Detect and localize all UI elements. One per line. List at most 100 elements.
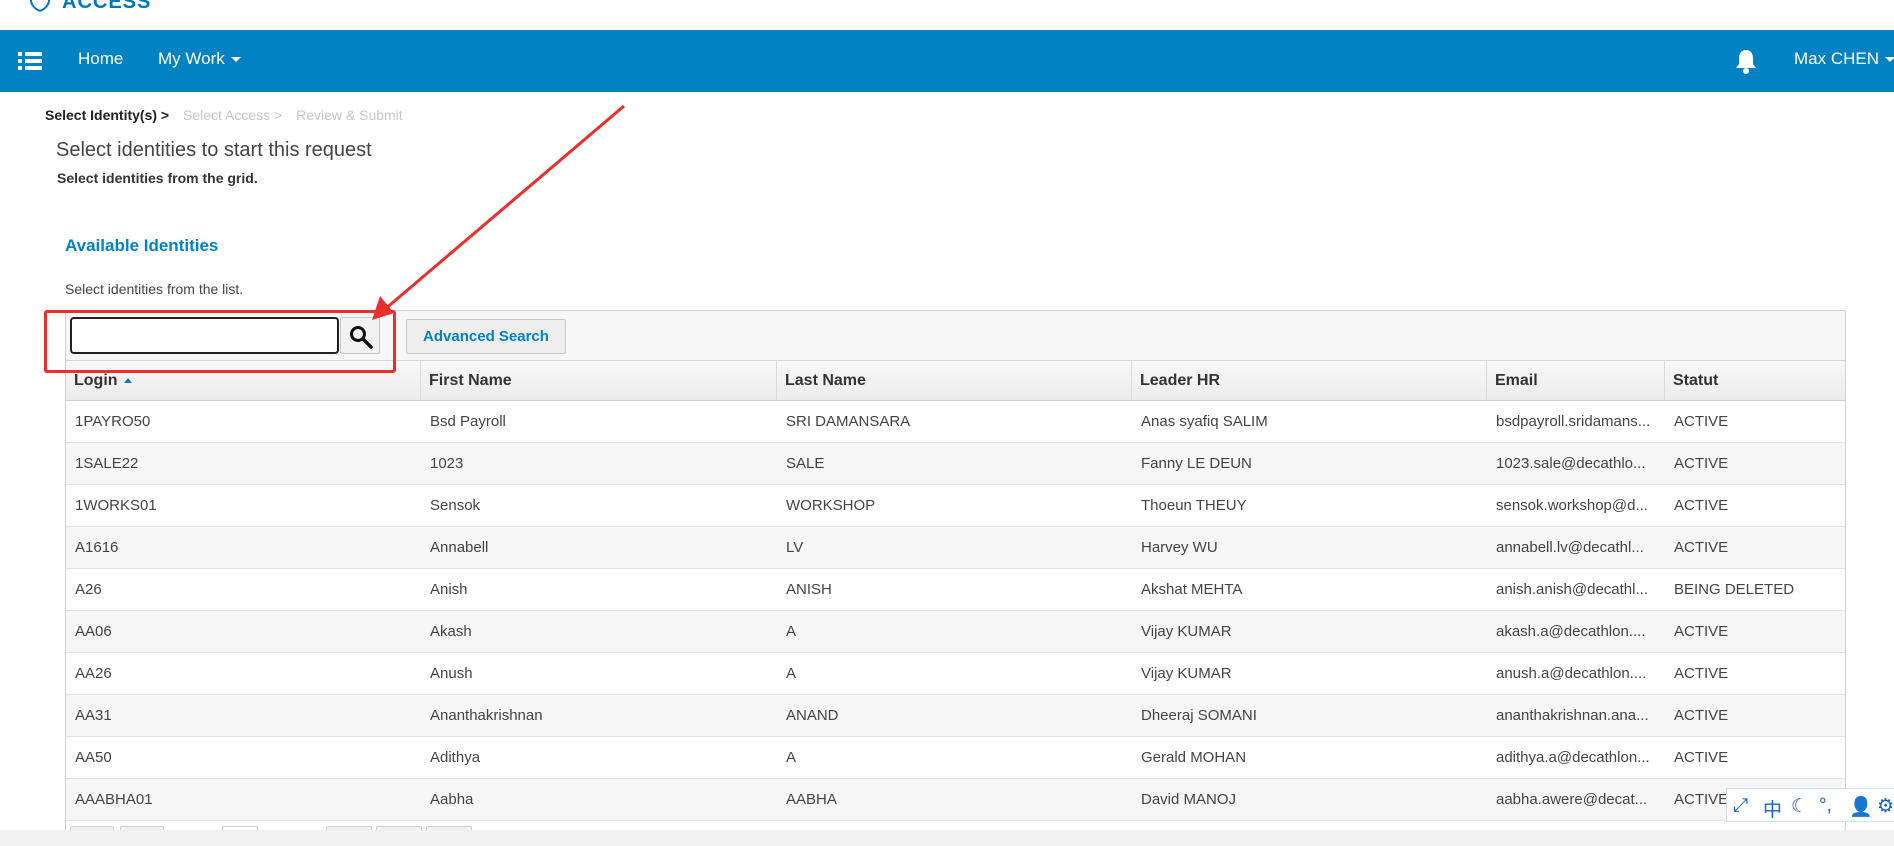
cell-statut: ACTIVE xyxy=(1674,707,1729,724)
page-root: ACCESS Home My Work Max CHEN Select Iden… xyxy=(0,0,1894,846)
section-description: Select identities from the list. xyxy=(65,281,244,297)
cell-email: bsdpayroll.sridamans... xyxy=(1496,413,1651,430)
cell-last-name: ANAND xyxy=(786,707,839,724)
cell-login: A26 xyxy=(75,581,102,598)
breadcrumb: Select Identity(s) > Select Access > Rev… xyxy=(45,107,403,123)
user-menu[interactable]: Max CHEN xyxy=(1794,49,1894,69)
cell-last-name: A xyxy=(786,665,797,682)
table-row[interactable]: 1WORKS01 Sensok WORKSHOP Thoeun THEUY sensok… xyxy=(66,485,1845,527)
table-row[interactable]: AA06 Akash A Vijay KUMAR akash.a@decathlon..… xyxy=(66,611,1845,653)
cell-last-name: A xyxy=(786,749,797,766)
cell-leader-hr: Fanny LE DEUN xyxy=(1141,455,1252,472)
ime-user-icon[interactable]: 👤 xyxy=(1849,795,1873,819)
ime-punctuation-icon[interactable]: °, xyxy=(1819,795,1832,817)
bottom-taskbar xyxy=(0,830,1894,846)
bell-icon[interactable] xyxy=(1734,48,1758,74)
cell-first-name: Bsd Payroll xyxy=(430,413,506,430)
table-row[interactable]: A1616 Annabell LV Harvey WU annabell.lv@deca… xyxy=(66,527,1845,569)
table-row[interactable]: A26 Anish ANISH Akshat MEHTA anish.anish@dec… xyxy=(66,569,1845,611)
cell-last-name: WORKSHOP xyxy=(786,497,876,514)
cell-login: AA26 xyxy=(75,665,112,682)
cell-first-name: Annabell xyxy=(430,539,489,556)
cell-first-name: 1023 xyxy=(430,455,464,472)
page-title: Select identities to start this request xyxy=(56,139,372,161)
column-header-last-name[interactable]: Last Name xyxy=(777,361,1132,401)
cell-leader-hr: Akshat MEHTA xyxy=(1141,581,1243,598)
table-body: 1PAYRO50 Bsd Payroll SRI DAMANSARA Anas sya… xyxy=(66,401,1845,821)
table-row[interactable]: AA26 Anush A Vijay KUMAR anush.a@decathlon..… xyxy=(66,653,1845,695)
cell-login: A1616 xyxy=(75,539,119,556)
caret-down-icon xyxy=(1885,57,1894,63)
cell-first-name: Akash xyxy=(430,623,472,640)
table-row[interactable]: AA50 Adithya A Gerald MOHAN adithya.a@decath… xyxy=(66,737,1845,779)
section-title: Available Identities xyxy=(65,236,219,255)
ime-moon-icon[interactable]: ☾ xyxy=(1791,795,1808,818)
cell-login: AAABHA01 xyxy=(75,791,153,808)
cell-statut: ACTIVE xyxy=(1674,665,1729,682)
identities-grid: Advanced Search Login First Name Last Na… xyxy=(65,310,1846,846)
column-header-email[interactable]: Email xyxy=(1487,361,1665,401)
nav-my-work-label: My Work xyxy=(158,49,225,68)
cell-last-name: SALE xyxy=(786,455,825,472)
table-row[interactable]: 1SALE22 1023 SALE Fanny LE DEUN 1023.sale@de… xyxy=(66,443,1845,485)
search-icon xyxy=(350,326,373,349)
logo-text: ACCESS xyxy=(62,0,152,13)
cell-login: 1WORKS01 xyxy=(75,497,157,514)
ime-settings-icon[interactable]: ⚙ xyxy=(1877,795,1894,818)
breadcrumb-step-review-submit: Review & Submit xyxy=(296,107,403,123)
cell-email: annabell.lv@decathl... xyxy=(1496,539,1644,556)
menu-list-icon[interactable] xyxy=(18,50,42,72)
search-input[interactable] xyxy=(70,317,339,354)
cell-email: aabha.awere@decat... xyxy=(1496,791,1648,808)
column-header-statut[interactable]: Statut xyxy=(1665,361,1845,401)
table-row[interactable]: AA31 Ananthakrishnan ANAND Dheeraj SOMANI an… xyxy=(66,695,1845,737)
cell-login: AA31 xyxy=(75,707,112,724)
breadcrumb-step-select-identities: Select Identity(s) > xyxy=(45,107,170,123)
ime-toolbar: ⤢ 中 ☾ °, 👤 ⚙ xyxy=(1726,788,1894,822)
cell-email: 1023.sale@decathlo... xyxy=(1496,455,1646,472)
cell-leader-hr: Gerald MOHAN xyxy=(1141,749,1247,766)
table-header: Login First Name Last Name Leader HR Ema… xyxy=(66,361,1845,401)
cell-last-name: ANISH xyxy=(786,581,832,598)
column-header-label: Login xyxy=(74,372,118,389)
cell-login: 1PAYRO50 xyxy=(75,413,151,430)
cell-email: akash.a@decathlon.... xyxy=(1496,623,1646,640)
cell-statut: BEING DELETED xyxy=(1674,581,1795,598)
cell-last-name: A xyxy=(786,623,797,640)
column-header-leader-hr[interactable]: Leader HR xyxy=(1132,361,1487,401)
cell-statut: ACTIVE xyxy=(1674,497,1729,514)
cell-login: AA50 xyxy=(75,749,112,766)
cell-login: 1SALE22 xyxy=(75,455,139,472)
cell-first-name: Ananthakrishnan xyxy=(430,707,543,724)
cell-statut: ACTIVE xyxy=(1674,413,1729,430)
cell-login: AA06 xyxy=(75,623,112,640)
cell-statut: ACTIVE xyxy=(1674,539,1729,556)
ime-mode-chinese[interactable]: 中 xyxy=(1763,795,1782,822)
cell-email: anish.anish@decathl... xyxy=(1496,581,1648,598)
cell-email: sensok.workshop@d... xyxy=(1496,497,1648,514)
cell-leader-hr: Anas syafiq SALIM xyxy=(1141,413,1268,430)
advanced-search-button[interactable]: Advanced Search xyxy=(406,319,566,354)
cell-statut: ACTIVE xyxy=(1674,749,1729,766)
search-button[interactable] xyxy=(340,317,380,354)
cell-email: anush.a@decathlon.... xyxy=(1496,665,1647,682)
cell-email: adithya.a@decathlon... xyxy=(1496,749,1650,766)
column-header-login[interactable]: Login xyxy=(66,361,421,401)
nav-home-link[interactable]: Home xyxy=(78,49,123,69)
cell-first-name: Adithya xyxy=(430,749,481,766)
table-row[interactable]: AAABHA01 Aabha AABHA David MANOJ aabha.awere… xyxy=(66,779,1845,821)
column-header-first-name[interactable]: First Name xyxy=(421,361,777,401)
cell-leader-hr: Vijay KUMAR xyxy=(1141,623,1232,640)
top-navbar: Home My Work Max CHEN xyxy=(0,30,1894,92)
cell-leader-hr: David MANOJ xyxy=(1141,791,1237,808)
cell-leader-hr: Vijay KUMAR xyxy=(1141,665,1232,682)
shield-logo-icon xyxy=(30,0,50,12)
cell-leader-hr: Thoeun THEUY xyxy=(1141,497,1247,514)
nav-my-work-menu[interactable]: My Work xyxy=(158,49,241,69)
cell-statut: ACTIVE xyxy=(1674,455,1729,472)
cell-email: ananthakrishnan.ana... xyxy=(1496,707,1649,724)
ime-expand-icon[interactable]: ⤢ xyxy=(1733,795,1748,817)
grid-toolbar: Advanced Search xyxy=(66,311,1845,361)
table-row[interactable]: 1PAYRO50 Bsd Payroll SRI DAMANSARA Anas sya… xyxy=(66,401,1845,443)
cell-leader-hr: Dheeraj SOMANI xyxy=(1141,707,1257,724)
